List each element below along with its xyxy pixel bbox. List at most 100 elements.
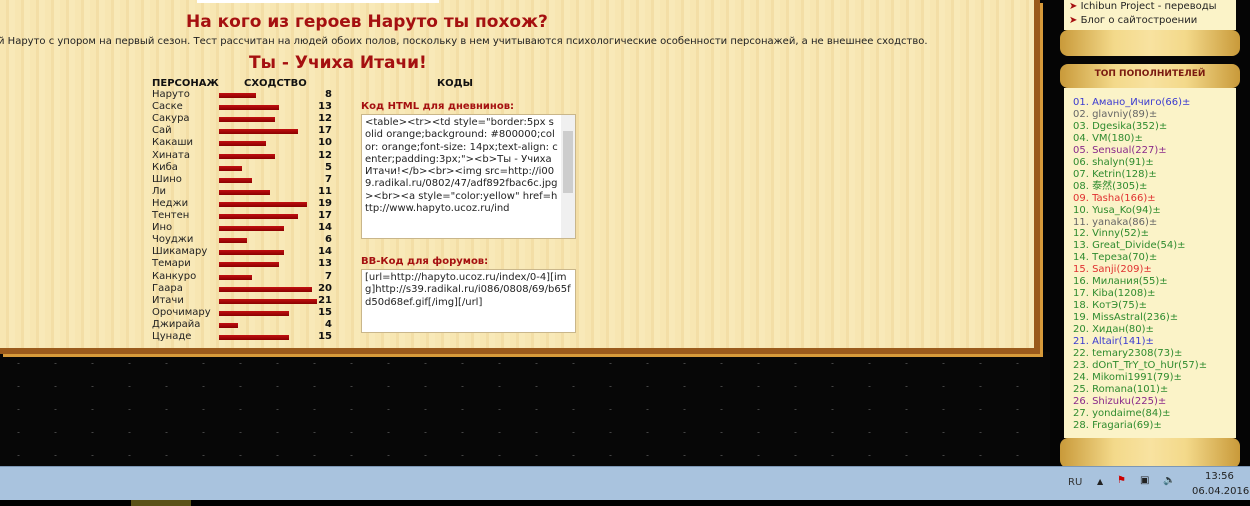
- html-code-textarea[interactable]: <table><tr><td style="border:5px solid o…: [361, 114, 576, 239]
- table-row: Наруто 8: [152, 89, 332, 101]
- similarity-bar: [219, 322, 238, 328]
- character-name: Ли: [152, 185, 167, 197]
- action-center-flag-icon[interactable]: ⚑: [1117, 475, 1126, 486]
- top-donor-item[interactable]: 19. MissAstral(236)±: [1073, 312, 1207, 324]
- table-row: Итачи 21: [152, 295, 332, 307]
- top-donor-item[interactable]: 26. Shizuku(225)±: [1073, 396, 1207, 408]
- clock-date[interactable]: 06.04.2016: [1192, 486, 1249, 497]
- table-row: Ли 11: [152, 186, 332, 198]
- similarity-bar: [219, 93, 257, 98]
- character-name: Наруто: [152, 89, 190, 100]
- clock-time[interactable]: 13:56: [1205, 471, 1234, 482]
- quiz-title: На кого из героев Наруто ты похож?: [186, 12, 548, 32]
- textarea-scrollbar[interactable]: [561, 115, 575, 238]
- similarity-value: 8: [325, 89, 332, 100]
- show-hidden-icons-icon[interactable]: ▲: [1097, 477, 1103, 486]
- similarity-value: 17: [318, 125, 332, 137]
- similarity-bar: [219, 335, 289, 340]
- similarity-value: 11: [318, 185, 332, 197]
- character-name: Орочимару: [152, 306, 211, 318]
- top-donor-item[interactable]: 13. Great_Divide(54)±: [1073, 240, 1207, 252]
- similarity-value: 7: [325, 270, 332, 282]
- top-donor-item[interactable]: 08. 泰然(305)±: [1073, 181, 1207, 193]
- similarity-value: 15: [318, 306, 332, 318]
- top-donor-item[interactable]: 20. Хидан(80)±: [1073, 324, 1207, 336]
- table-row: Саске 13: [152, 101, 332, 113]
- column-similarity: СХОДСТВО: [244, 78, 307, 89]
- top-donor-item[interactable]: 05. Sensual(227)±: [1073, 145, 1207, 157]
- sidebar-link[interactable]: ➤ Ichibun Project - переводы: [1069, 1, 1217, 13]
- taskbar: RU ▲ ⚑ ▣ 🔈 13:56 06.04.2016: [0, 466, 1250, 500]
- similarity-value: 12: [318, 113, 332, 125]
- language-indicator[interactable]: RU: [1068, 477, 1082, 488]
- similarity-bar: [219, 214, 299, 219]
- similarity-value: 14: [318, 246, 332, 258]
- top-donor-item[interactable]: 10. Yusa_Ko(94)±: [1073, 205, 1207, 217]
- volume-icon[interactable]: 🔈: [1163, 475, 1175, 486]
- character-name: Сай: [152, 125, 172, 137]
- table-row: Тентен 17: [152, 210, 332, 222]
- top-donor-item[interactable]: 15. Sanji(209)±: [1073, 264, 1207, 276]
- similarity-bar: [219, 105, 280, 111]
- similarity-bar: [219, 141, 266, 147]
- top-donor-item[interactable]: 07. Ketrin(128)±: [1073, 169, 1207, 181]
- table-row: Какаши 10: [152, 137, 332, 149]
- character-name: Итачи: [152, 294, 184, 306]
- bb-code-textarea[interactable]: [url=http://hapyto.ucoz.ru/index/0-4][im…: [361, 269, 576, 333]
- similarity-bar: [219, 298, 317, 304]
- character-name: Ино: [152, 222, 173, 234]
- top-donor-item[interactable]: 06. shalyn(91)±: [1073, 157, 1207, 169]
- character-name: Шино: [152, 173, 182, 185]
- similarity-value: 19: [318, 197, 332, 209]
- top-donor-item[interactable]: 12. Vinny(52)±: [1073, 228, 1207, 240]
- similarity-value: 13: [318, 258, 332, 270]
- character-name: Саске: [152, 101, 183, 113]
- similarity-bar: [219, 286, 312, 292]
- character-name: Неджи: [152, 197, 189, 209]
- top-donor-item[interactable]: 11. yanaka(86)±: [1073, 217, 1207, 229]
- similarity-value: 7: [325, 173, 332, 185]
- top-donor-item[interactable]: 27. yondaime(84)±: [1073, 408, 1207, 420]
- table-row: Сай 17: [152, 125, 332, 137]
- html-code-text: <table><tr><td style="border:5px solid o…: [365, 117, 558, 215]
- top-donor-item[interactable]: 18. КотЭ(75)±: [1073, 300, 1207, 312]
- top-donor-item[interactable]: 22. temary2308(73)±: [1073, 348, 1207, 360]
- top-donors-title: ТОП ПОПОЛНИТЕЛЕЙ: [1094, 69, 1206, 79]
- top-donor-item[interactable]: 24. Mikomi1991(79)±: [1073, 372, 1207, 384]
- similarity-bar: [219, 310, 289, 316]
- table-row: Киба 5: [152, 162, 332, 174]
- top-donors-list: 01. Амано_Ичиго(66)± 02. glavniy(89)± 03. …: [1073, 97, 1207, 432]
- character-name: Гаара: [152, 282, 183, 294]
- top-donor-item[interactable]: 01. Амано_Ичиго(66)±: [1073, 97, 1207, 109]
- html-code-label: Код HTML для дневнинов:: [361, 101, 515, 112]
- similarity-value: 14: [318, 222, 332, 234]
- similarity-value: 6: [325, 234, 332, 246]
- top-donor-item[interactable]: 02. glavniy(89)±: [1073, 109, 1207, 121]
- top-donor-item[interactable]: 14. Тереза(70)±: [1073, 252, 1207, 264]
- similarity-value: 20: [318, 282, 332, 294]
- top-donor-item[interactable]: 23. dOnT_TrY_tO_hUr(57)±: [1073, 360, 1207, 372]
- similarity-bar: [219, 238, 247, 244]
- top-donor-item[interactable]: 16. Милания(55)±: [1073, 276, 1207, 288]
- top-donor-item[interactable]: 03. Dgesika(352)±: [1073, 121, 1207, 133]
- character-name: Канкуро: [152, 270, 197, 282]
- table-row: Чоуджи 6: [152, 234, 332, 246]
- character-name: Какаши: [152, 137, 194, 149]
- similarity-value: 10: [318, 137, 332, 149]
- top-box: [197, 0, 439, 3]
- top-donor-item[interactable]: 21. Altair(141)±: [1073, 336, 1207, 348]
- top-donor-item[interactable]: 17. Kiba(1208)±: [1073, 288, 1207, 300]
- top-donor-item[interactable]: 09. Tasha(166)±: [1073, 193, 1207, 205]
- table-row: Гаара 20: [152, 283, 332, 295]
- top-donor-item[interactable]: 25. Romana(101)±: [1073, 384, 1207, 396]
- scroll-roll: [1060, 438, 1240, 468]
- sidebar: ➤ Ichibun Project - переводы ➤ Блог о са…: [1050, 0, 1250, 468]
- similarity-bar: [219, 129, 299, 135]
- similarity-value: 5: [325, 161, 332, 173]
- sidebar-link[interactable]: ➤ Блог о сайтостроении: [1069, 15, 1197, 27]
- table-row: Канкуро 7: [152, 271, 332, 283]
- network-icon[interactable]: ▣: [1140, 475, 1149, 486]
- character-name: Темари: [152, 258, 191, 270]
- top-donor-item[interactable]: 04. VM(180)±: [1073, 133, 1207, 145]
- top-donor-item[interactable]: 28. Fragaria(69)±: [1073, 420, 1207, 432]
